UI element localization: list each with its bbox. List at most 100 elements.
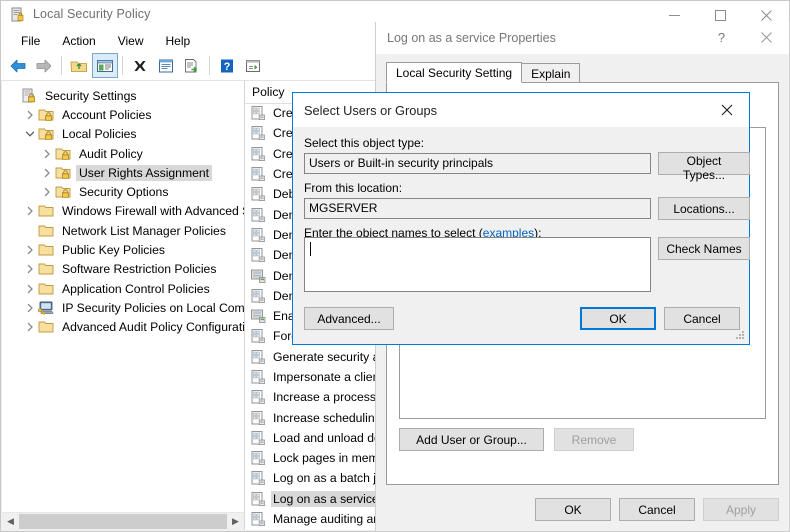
select-cancel-button[interactable]: Cancel: [664, 307, 740, 330]
select-ok-button[interactable]: OK: [580, 307, 656, 330]
properties-ok-button[interactable]: OK: [535, 498, 611, 521]
tree-node-windows-firewall-with-advanced-security[interactable]: Windows Firewall with Advanced Security: [5, 202, 244, 221]
window-title: Local Security Policy: [33, 7, 151, 21]
tree-expander[interactable]: [5, 88, 21, 104]
user-right-icon: [250, 227, 266, 243]
policy-row-label: Log on as a batch job: [273, 471, 390, 486]
advanced-button[interactable]: Advanced...: [304, 307, 394, 330]
delete-icon[interactable]: [127, 53, 153, 78]
tree-expander-icon[interactable]: [22, 126, 38, 142]
scrollbar-thumb[interactable]: [19, 514, 227, 529]
tree-node-security-options[interactable]: Security Options: [5, 182, 244, 201]
select-dialog-close-button[interactable]: [705, 93, 749, 126]
folder-icon: [38, 281, 55, 297]
export-list-icon[interactable]: [179, 53, 205, 78]
computer-right-icon: [250, 308, 266, 324]
properties-icon[interactable]: [153, 53, 179, 78]
select-users-or-groups-dialog: Select Users or Groups Select this objec…: [292, 92, 750, 345]
tree-node-label: IP Security Policies on Local Computer: [62, 300, 244, 315]
object-type-value[interactable]: Users or Built-in security principals: [304, 153, 651, 174]
user-right-icon: [250, 146, 266, 162]
tree-node-network-list-manager-policies[interactable]: Network List Manager Policies: [5, 221, 244, 240]
tree-expander-icon[interactable]: [39, 146, 55, 162]
user-right-icon: [250, 349, 266, 365]
tree-node-audit-policy[interactable]: Audit Policy: [5, 144, 244, 163]
menu-file[interactable]: File: [11, 32, 50, 50]
menu-help[interactable]: Help: [156, 32, 201, 50]
tree-node-label: Windows Firewall with Advanced Security: [62, 204, 244, 219]
toolbar-separator: [61, 56, 62, 75]
tree-node-label: Network List Manager Policies: [62, 223, 226, 238]
tree-node-public-key-policies[interactable]: Public Key Policies: [5, 240, 244, 259]
tree-node-local-policies[interactable]: Local Policies: [5, 125, 244, 144]
toolbar-separator: [209, 56, 210, 75]
view-icon[interactable]: [240, 53, 266, 78]
object-names-input[interactable]: [304, 237, 651, 292]
tree-expander-icon[interactable]: [22, 107, 38, 123]
properties-close-button[interactable]: [744, 22, 789, 53]
tree-node-ip-security-policies-on-local-computer[interactable]: IP Security Policies on Local Computer: [5, 298, 244, 317]
tree-node-label: Security Options: [79, 185, 169, 200]
tree-expander-icon[interactable]: [39, 184, 55, 200]
properties-apply-button: Apply: [703, 498, 779, 521]
tree-expander-icon[interactable]: [22, 300, 38, 316]
tree-node-label: Public Key Policies: [62, 243, 165, 258]
svg-text:?: ?: [224, 61, 231, 73]
tree-node-label: Advanced Audit Policy Configuration: [62, 320, 244, 335]
tree-node-security-settings[interactable]: Security Settings: [5, 86, 244, 105]
user-right-icon: [250, 328, 266, 344]
tree-horizontal-scrollbar[interactable]: ◀ ▶: [2, 512, 244, 530]
menu-action[interactable]: Action: [52, 32, 105, 50]
tree-node-advanced-audit-policy-configuration[interactable]: Advanced Audit Policy Configuration: [5, 318, 244, 337]
tree-node-label: Local Policies: [62, 127, 137, 142]
user-right-icon: [250, 369, 266, 385]
policy-folder-icon: [38, 126, 55, 142]
from-location-value[interactable]: MGSERVER: [304, 198, 651, 219]
user-right-icon: [250, 105, 266, 121]
menu-view[interactable]: View: [108, 32, 154, 50]
user-right-icon: [250, 247, 266, 263]
object-types-button[interactable]: Object Types...: [658, 152, 750, 182]
tree-node-account-policies[interactable]: Account Policies: [5, 105, 244, 124]
properties-window-controls: ?: [699, 22, 789, 53]
tab-local-security-setting[interactable]: Local Security Setting: [386, 62, 523, 83]
console-tree: Security Settings Account Policies Local P…: [2, 81, 244, 337]
folder-icon: [38, 261, 55, 277]
tree-expander-icon[interactable]: [22, 242, 38, 258]
scroll-left-icon[interactable]: ◀: [2, 513, 19, 530]
select-dialog-title: Select Users or Groups: [304, 103, 437, 118]
up-folder-icon[interactable]: [66, 53, 92, 78]
tree-node-label: Security Settings: [45, 88, 137, 103]
tree-expander-icon[interactable]: [22, 281, 38, 297]
tree-node-label: Account Policies: [62, 107, 152, 122]
tree-node-label: Application Control Policies: [62, 281, 210, 296]
tree-expander-icon[interactable]: [22, 203, 38, 219]
security-policy-icon: [10, 7, 26, 23]
tree-expander-icon[interactable]: [39, 165, 55, 181]
scroll-right-icon[interactable]: ▶: [227, 513, 244, 530]
back-icon[interactable]: [5, 53, 31, 78]
computer-right-icon: [250, 268, 266, 284]
tab-explain[interactable]: Explain: [521, 63, 581, 83]
tree-expander-icon[interactable]: [22, 261, 38, 277]
show-hide-tree-icon[interactable]: [92, 53, 118, 78]
properties-tabstrip: Local Security Setting Explain: [386, 62, 581, 83]
add-user-or-group-button[interactable]: Add User or Group...: [399, 428, 544, 451]
folder-icon: [38, 319, 55, 335]
resize-grip-icon[interactable]: [736, 331, 746, 341]
check-names-button[interactable]: Check Names: [658, 237, 750, 260]
tree-expander-icon[interactable]: [22, 223, 38, 239]
properties-cancel-button[interactable]: Cancel: [619, 498, 695, 521]
tree-node-user-rights-assignment[interactable]: User Rights Assignment: [5, 163, 244, 182]
properties-dialog-title: Log on as a service Properties: [387, 31, 556, 45]
policy-folder-icon: [38, 107, 55, 123]
text-caret: [310, 242, 311, 256]
user-right-icon: [250, 207, 266, 223]
locations-button[interactable]: Locations...: [658, 197, 750, 220]
tree-node-application-control-policies[interactable]: Application Control Policies: [5, 279, 244, 298]
help-icon[interactable]: ?: [214, 53, 240, 78]
help-question-button[interactable]: ?: [699, 22, 744, 53]
tree-expander-icon[interactable]: [22, 319, 38, 335]
forward-icon[interactable]: [31, 53, 57, 78]
tree-node-software-restriction-policies[interactable]: Software Restriction Policies: [5, 260, 244, 279]
